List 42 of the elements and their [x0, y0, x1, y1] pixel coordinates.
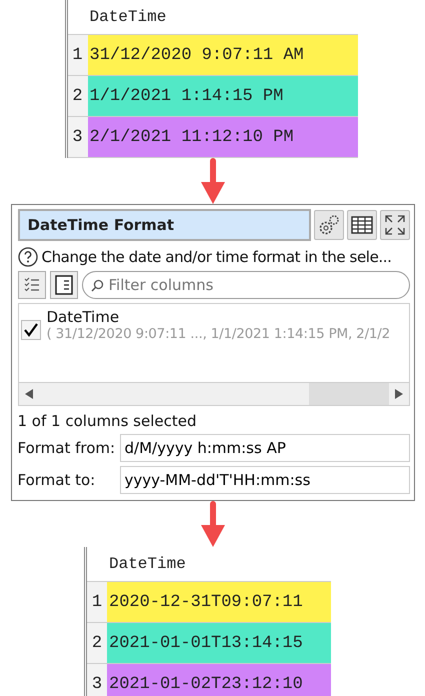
table-cell: 2021-01-02T23:12:10 — [107, 664, 331, 696]
table-cell: 2/1/2021 11:12:10 PM — [88, 117, 358, 157]
row-number: 3 — [87, 664, 107, 696]
selection-status: 1 of 1 columns selected — [18, 412, 198, 430]
list-icon — [54, 275, 72, 295]
horizontal-scrollbar[interactable] — [18, 382, 408, 405]
checkbox[interactable] — [20, 320, 40, 340]
scroll-right-icon[interactable] — [394, 389, 402, 399]
field-label: Format to: — [18, 471, 96, 489]
row-number: 1 — [87, 582, 107, 622]
column-header: DateTime — [88, 8, 166, 26]
field-label: Format from: — [18, 439, 116, 457]
table-cell: 2021-01-01T13:14:15 — [107, 623, 331, 663]
row-number: 3 — [68, 117, 88, 157]
help-icon[interactable] — [18, 247, 38, 267]
search-field[interactable]: Filter columns — [82, 271, 410, 299]
panel-title: DateTime Format — [18, 209, 310, 241]
table-cell: 2020-12-31T09:07:11 — [107, 582, 331, 622]
checklist-icon — [22, 276, 40, 294]
down-arrow-icon — [200, 501, 224, 547]
scroll-left-icon[interactable] — [24, 389, 32, 399]
row-number: 2 — [68, 76, 88, 116]
row-number: 2 — [87, 623, 107, 663]
table-icon — [350, 215, 372, 235]
expand-icon — [384, 214, 406, 236]
settings-button[interactable] — [314, 210, 344, 240]
select-all-button[interactable] — [18, 271, 46, 299]
down-arrow-icon — [200, 158, 224, 204]
help-text: Change the date and/or time format in the sele... — [42, 248, 392, 266]
column-header: DateTime — [108, 555, 186, 573]
search-icon — [90, 279, 104, 292]
deselect-button[interactable] — [50, 271, 78, 299]
column-name: DateTime — [46, 308, 120, 326]
input-field[interactable]: yyyy-MM-dd'T'HH:mm:ss — [120, 466, 410, 494]
table-cell: 31/12/2020 9:07:11 AM — [88, 35, 358, 75]
maximize-button[interactable] — [380, 210, 410, 240]
table-button[interactable] — [346, 210, 376, 240]
input-field[interactable]: d/M/yyyy h:mm:ss AP — [120, 434, 410, 462]
row-number: 1 — [68, 35, 88, 75]
column-preview: ( 31/12/2020 9:07:11 ..., 1/1/2021 1:14:15 PM, 2/1/2 — [46, 326, 390, 342]
table-cell: 1/1/2021 1:14:15 PM — [88, 76, 358, 116]
gears-icon — [318, 214, 340, 236]
